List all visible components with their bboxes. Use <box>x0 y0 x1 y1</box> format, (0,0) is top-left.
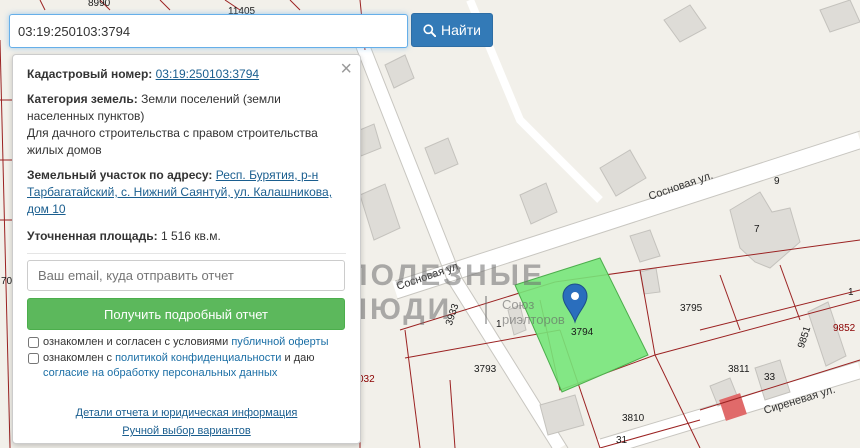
lot-number: 3793 <box>474 364 497 375</box>
get-report-button[interactable]: Получить подробный отчет <box>27 298 345 330</box>
consent-offer-text: ознакомлен и согласен с условиями публич… <box>43 335 329 350</box>
divider <box>27 253 346 254</box>
public-offer-link[interactable]: публичной оферты <box>231 336 328 348</box>
personal-data-link[interactable]: согласие на обработку персональных данны… <box>43 367 277 379</box>
search-input[interactable] <box>10 15 407 47</box>
lot-number: 70 <box>1 276 13 287</box>
lot-number: 7 <box>754 224 760 235</box>
search-icon <box>423 23 437 37</box>
cadastral-row: Кадастровый номер: 03:19:250103:3794 <box>27 66 346 83</box>
lot-number: 3811 <box>728 364 750 375</box>
consent-privacy-label: ознакомлен с <box>43 352 116 364</box>
address-label: Земельный участок по адресу: <box>27 168 213 182</box>
category-label: Категория земель: <box>27 92 138 106</box>
lot-number: 1 <box>496 319 502 330</box>
panel-footer: Детали отчета и юридическая информация Р… <box>13 405 360 441</box>
search-box <box>9 14 408 48</box>
parcel-info-panel: × Кадастровый номер: 03:19:250103:3794 К… <box>12 54 361 444</box>
details-link[interactable]: Детали отчета и юридическая информация <box>76 407 298 419</box>
lot-number: 9 <box>774 176 780 187</box>
search-button-label: Найти <box>441 22 481 38</box>
cadastral-number-link[interactable]: 03:19:250103:3794 <box>156 67 259 81</box>
consent-offer-row: ознакомлен и согласен с условиями публич… <box>27 335 346 350</box>
lot-number: 3795 <box>680 303 703 314</box>
consent-privacy-mid: и даю <box>281 352 315 364</box>
consent-privacy-checkbox[interactable] <box>28 353 39 364</box>
cadastral-label: Кадастровый номер: <box>27 67 153 81</box>
lot-number: 9852 <box>833 323 856 334</box>
lot-number: 31 <box>616 435 628 446</box>
email-field[interactable] <box>27 260 345 291</box>
consent-privacy-row: ознакомлен с политикой конфиденциальност… <box>27 351 346 381</box>
lot-number: 33 <box>764 372 776 383</box>
lot-number: 8990 <box>88 0 111 9</box>
usage-value: Для дачного строительства с правом строи… <box>27 126 318 157</box>
area-label: Уточненная площадь: <box>27 229 158 243</box>
consent-offer-checkbox[interactable] <box>28 337 39 348</box>
lot-number: 3794 <box>571 327 594 338</box>
manual-select-link[interactable]: Ручной выбор вариантов <box>122 425 250 437</box>
area-value: 1 516 кв.м. <box>160 229 221 243</box>
address-row: Земельный участок по адресу: Респ. Бурят… <box>27 167 346 218</box>
privacy-policy-link[interactable]: политикой конфиденциальности <box>115 352 281 364</box>
lot-number: 1 <box>848 287 854 298</box>
close-icon[interactable]: × <box>340 59 352 79</box>
area-row: Уточненная площадь: 1 516 кв.м. <box>27 228 346 245</box>
lot-number: 3810 <box>622 413 645 424</box>
search-button[interactable]: Найти <box>411 13 493 47</box>
category-row: Категория земель: Земли поселений (земли… <box>27 91 346 159</box>
consent-privacy-text: ознакомлен с политикой конфиденциальност… <box>43 351 314 381</box>
consent-offer-label: ознакомлен и согласен с условиями <box>43 336 232 348</box>
